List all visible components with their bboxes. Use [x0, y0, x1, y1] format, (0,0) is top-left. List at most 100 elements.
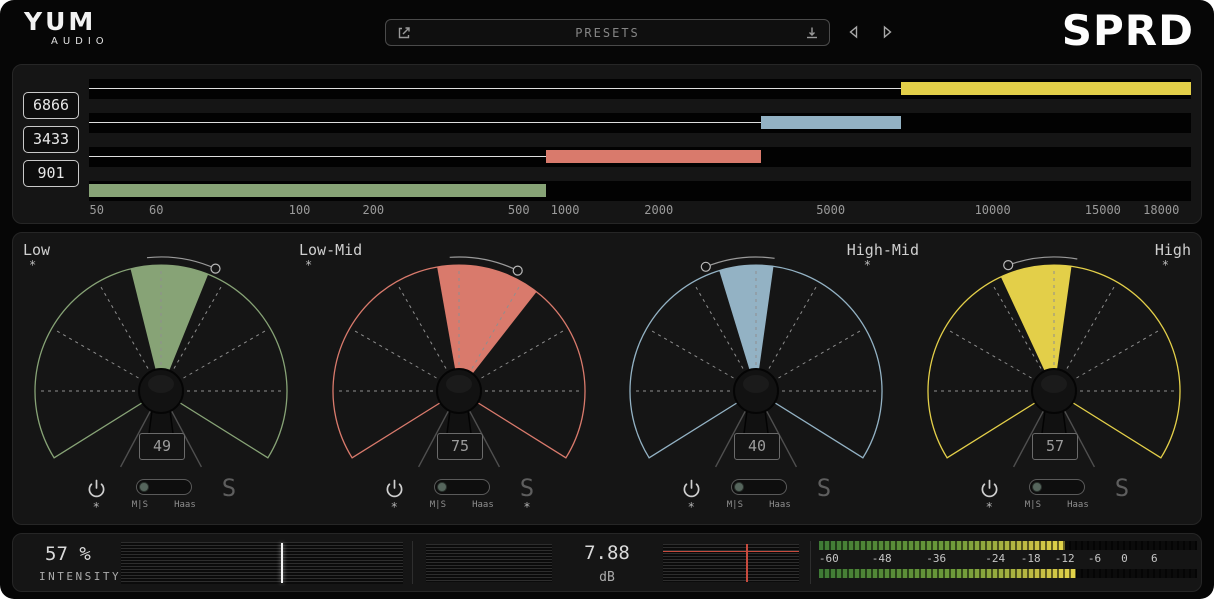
db-red-line [663, 551, 799, 552]
ms-label: M|S [727, 500, 743, 510]
meter-lit-right [819, 569, 1076, 578]
spectrum-row [89, 147, 1191, 167]
meter-tick: -48 [872, 552, 892, 565]
band-label-star: * [305, 258, 312, 272]
spread-value[interactable]: 57 [1032, 433, 1078, 460]
ms-haas-toggle[interactable] [434, 479, 490, 495]
meter-tick: 6 [1151, 552, 1158, 565]
power-star: * [93, 503, 100, 512]
width-handle[interactable] [701, 262, 710, 271]
meter-scale: -60-48-36-24-18-12-606 [819, 552, 1197, 566]
band-section-high: High * 57 * M|S Haas [906, 233, 1203, 526]
band-section-low: Low * 49 * M|S Haas [13, 233, 310, 526]
intensity-value: 57 % [45, 543, 91, 565]
solo-button[interactable]: S [817, 479, 831, 498]
solo-button[interactable]: S [520, 479, 534, 498]
footer-bar: 57 % INTENSITY 7.88 dB -60-48-36-24-18-1… [12, 533, 1202, 592]
band-section-high-mid: High-Mid * 40 * M|S Haas [608, 233, 905, 526]
plugin-window: YUM AUDIO PRESETS SPRD [0, 0, 1214, 599]
power-icon[interactable] [385, 479, 404, 498]
spread-value[interactable]: 49 [139, 433, 185, 460]
band-label-star: * [1162, 258, 1169, 272]
solo-star [821, 503, 827, 512]
ms-label: M|S [430, 500, 446, 510]
freq-tick: 2000 [644, 203, 673, 217]
solo-button[interactable]: S [1115, 479, 1129, 498]
spread-value[interactable]: 40 [734, 433, 780, 460]
freq-tick: 1000 [551, 203, 580, 217]
ms-haas-toggle[interactable] [731, 479, 787, 495]
spectrum-row [89, 181, 1191, 201]
brand-sub: AUDIO [24, 35, 109, 49]
ms-label: M|S [132, 500, 148, 510]
brand-logo: YUM AUDIO [24, 9, 109, 49]
band-label-star: * [29, 258, 36, 272]
band-segment[interactable] [546, 150, 761, 163]
power-icon[interactable] [87, 479, 106, 498]
solo-star [1119, 503, 1125, 512]
crossover-line [89, 122, 761, 123]
import-preset-icon[interactable] [804, 25, 820, 41]
solo-button[interactable]: S [222, 479, 236, 498]
intensity-cursor[interactable] [281, 543, 283, 583]
next-preset-button[interactable] [880, 24, 895, 40]
db-slider-right[interactable] [663, 544, 799, 582]
footer-divider [412, 541, 413, 584]
sprd-logo: SPRD [1062, 7, 1194, 55]
power-icon[interactable] [682, 479, 701, 498]
spectrum-row [89, 113, 1191, 133]
meter-tick: -24 [985, 552, 1005, 565]
band-segment[interactable] [89, 184, 546, 197]
ms-label: M|S [1025, 500, 1041, 510]
intensity-label: INTENSITY [39, 570, 121, 583]
freq-tick: 60 [149, 203, 163, 217]
meter-tick: -6 [1088, 552, 1101, 565]
brand-name: YUM [24, 9, 109, 35]
haas-label: Haas [1067, 500, 1089, 510]
haas-label: Haas [769, 500, 791, 510]
width-handle[interactable] [513, 266, 522, 275]
freq-tick: 5000 [816, 203, 845, 217]
prev-preset-button[interactable] [846, 24, 861, 40]
band-label-star: * [864, 258, 871, 272]
crossover-freq-box[interactable]: 901 [23, 160, 79, 187]
ms-haas-toggle[interactable] [1029, 479, 1085, 495]
haas-label: Haas [472, 500, 494, 510]
power-star: * [688, 503, 695, 512]
crossover-line [89, 88, 901, 89]
ms-haas-toggle[interactable] [136, 479, 192, 495]
intensity-slider[interactable] [121, 542, 403, 584]
meter-tick: -12 [1055, 552, 1075, 565]
crossover-freq-box[interactable]: 6866 [23, 92, 79, 119]
band-label: Low [23, 241, 50, 259]
band-segment[interactable] [761, 116, 901, 129]
band-label: Low-Mid [299, 241, 362, 259]
power-star: * [986, 503, 993, 512]
meter-bar-left [819, 541, 1197, 550]
bands-panel: Low * 49 * M|S Haas [12, 232, 1202, 525]
db-slider-left[interactable] [426, 544, 552, 582]
toggle-knob [734, 482, 744, 492]
freq-axis: 5060100200500100020005000100001500018000 [89, 203, 1191, 219]
db-value: 7.88 [559, 542, 655, 564]
spread-value[interactable]: 75 [437, 433, 483, 460]
haas-label: Haas [174, 500, 196, 510]
power-icon[interactable] [980, 479, 999, 498]
width-handle[interactable] [1004, 261, 1013, 270]
crossover-freq-box[interactable]: 3433 [23, 126, 79, 153]
freq-tick: 50 [89, 203, 103, 217]
spectrum-panel: 6866 3433 901 50601002005001000200050001… [12, 64, 1202, 224]
meter-tick: -36 [926, 552, 946, 565]
preset-bar[interactable]: PRESETS [385, 19, 830, 46]
meter-tick: 0 [1121, 552, 1128, 565]
crossover-line [89, 156, 546, 157]
toggle-knob [139, 482, 149, 492]
band-label: High [1155, 241, 1191, 259]
freq-tick: 500 [508, 203, 530, 217]
preset-label: PRESETS [386, 26, 829, 40]
db-cursor[interactable] [746, 544, 748, 582]
band-segment[interactable] [901, 82, 1191, 95]
meter-bar-right [819, 569, 1197, 578]
width-handle[interactable] [211, 264, 220, 273]
solo-star [226, 503, 232, 512]
